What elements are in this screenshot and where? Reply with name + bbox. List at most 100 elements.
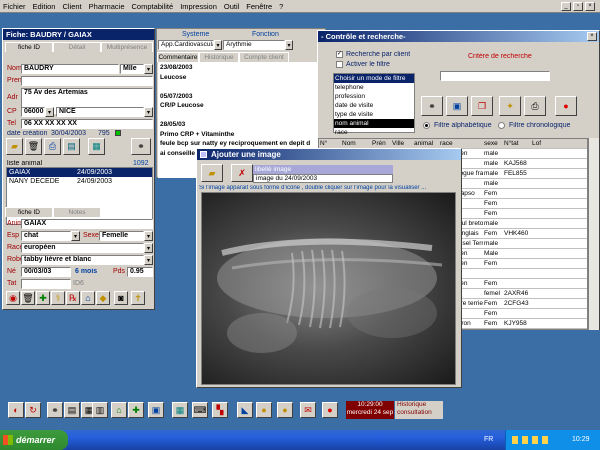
controle-close-icon[interactable]: × — [587, 32, 597, 41]
compta-icon[interactable]: ▦ — [172, 402, 188, 418]
alarm-icon[interactable]: ● — [322, 402, 338, 418]
libelle-image-field[interactable]: libellé image — [253, 165, 393, 174]
column-header[interactable]: Lof — [531, 139, 547, 148]
coin-remove-icon[interactable]: ● — [277, 402, 293, 418]
systeme-dropdown-icon[interactable]: ▾ — [214, 40, 222, 50]
close-icon[interactable]: × — [585, 2, 595, 11]
restore-icon[interactable]: ▫ — [573, 2, 583, 11]
add-client-icon[interactable]: ⌂ — [111, 402, 127, 418]
print-icon[interactable]: ⎙ — [44, 138, 61, 155]
column-header[interactable]: race — [439, 139, 483, 148]
menu-item[interactable]: Outil — [224, 0, 239, 13]
tab-commentaire[interactable]: Commentaire — [157, 52, 199, 62]
add-animal-icon[interactable]: ✚ — [128, 402, 144, 418]
start-button[interactable]: démarrer — [0, 430, 68, 450]
column-header[interactable]: Prén — [371, 139, 391, 148]
book-icon[interactable]: ▥ — [92, 402, 108, 418]
xray-image[interactable] — [201, 192, 456, 385]
document-icon[interactable]: ▣ — [446, 96, 468, 116]
table-scrollbar[interactable] — [588, 138, 599, 330]
delete-animal-icon[interactable]: 🗑 — [21, 291, 35, 305]
fonction-dropdown-icon[interactable]: ▾ — [285, 40, 293, 50]
ville-field[interactable]: NICE — [56, 107, 144, 117]
list-item[interactable]: NANY DÉCÉDÉ 24/09/2003 — [7, 177, 152, 186]
refresh-icon[interactable]: ↻ — [25, 402, 41, 418]
stats-icon[interactable]: ▚ — [212, 402, 228, 418]
radio-alphabetique[interactable] — [423, 122, 430, 129]
hospital-icon[interactable]: ⌂ — [81, 291, 95, 305]
race-dropdown-icon[interactable]: ▾ — [144, 243, 153, 253]
ville-dropdown-icon[interactable]: ▾ — [144, 107, 153, 117]
checkbox-activer-filtre[interactable] — [336, 61, 343, 68]
tab-detail[interactable]: Détail — [53, 42, 101, 52]
systeme-field[interactable]: App.Cardiovascula — [158, 40, 214, 50]
list-item-selected[interactable]: nom animal — [334, 119, 414, 128]
menu-item[interactable]: Impression — [180, 0, 217, 13]
printer-icon[interactable]: ⎙ — [524, 96, 546, 116]
column-header[interactable]: sexe — [483, 139, 503, 148]
column-header[interactable]: Ville — [391, 139, 413, 148]
cp-field[interactable]: 06000 — [21, 107, 45, 117]
list-item[interactable]: race — [334, 128, 414, 137]
checkbox-recherche-client[interactable]: ✓ — [336, 51, 343, 58]
tag-icon[interactable]: ◆ — [96, 291, 110, 305]
column-header[interactable]: N° — [319, 139, 341, 148]
critere-input[interactable] — [440, 71, 550, 81]
tab-historique[interactable]: Historique — [199, 52, 239, 62]
pharmacy-icon[interactable]: ⚕ — [51, 291, 65, 305]
historique-panel[interactable]: Historique consultation — [395, 401, 443, 419]
espece-dropdown-icon[interactable]: ▾ — [71, 231, 80, 241]
binoculars-icon[interactable]: ⚭ — [131, 138, 151, 155]
tatouage-field[interactable] — [21, 279, 71, 289]
poids-field[interactable]: 0.95 — [127, 267, 153, 277]
sexe-dropdown-icon[interactable]: ▾ — [144, 231, 153, 241]
menu-item[interactable]: ? — [279, 0, 283, 13]
minimize-icon[interactable]: _ — [561, 2, 571, 11]
robe-dropdown-icon[interactable]: ▾ — [144, 255, 153, 265]
column-header[interactable]: Nom — [341, 139, 371, 148]
tab-notes[interactable]: Notes — [53, 207, 101, 217]
civilite-dropdown-icon[interactable]: ▾ — [144, 64, 153, 74]
list-item[interactable]: date de visite — [334, 101, 414, 110]
stock-icon[interactable]: ▣ — [148, 402, 164, 418]
sexe-field[interactable]: Femelle — [99, 231, 144, 241]
prenom-field[interactable] — [21, 76, 153, 86]
menu-item[interactable]: Client — [62, 0, 81, 13]
binoculars-search-icon[interactable]: ⚭ — [421, 96, 443, 116]
trash-icon[interactable]: 🗑 — [25, 138, 42, 155]
list-item[interactable]: GAIAX 24/09/2003 — [7, 168, 152, 177]
tab-compte-client[interactable]: Compte client — [239, 52, 289, 62]
column-header[interactable]: N°tat — [503, 139, 531, 148]
tab-fiche-id[interactable]: fiche ID — [5, 42, 53, 52]
medication-icon[interactable]: ℞ — [66, 291, 80, 305]
keyboard-icon[interactable]: ⌨ — [192, 402, 208, 418]
folder-icon[interactable]: ▰ — [6, 138, 23, 155]
race-field[interactable]: européen — [21, 243, 144, 253]
menu-item[interactable]: Edition — [33, 0, 56, 13]
radio-chronologique[interactable] — [498, 122, 505, 129]
list-item[interactable]: telephone — [334, 83, 414, 92]
cross-icon[interactable]: ✝ — [131, 291, 145, 305]
list-item[interactable]: profession — [334, 92, 414, 101]
tab-multipresence[interactable]: Multiprésence — [101, 42, 153, 52]
exit-icon[interactable]: ◐ — [8, 402, 24, 418]
list-item[interactable]: type de visite — [334, 110, 414, 119]
camera-icon[interactable]: ◙ — [114, 291, 128, 305]
calculator-icon[interactable]: ▦ — [88, 138, 105, 155]
tab-animal-fiche-id[interactable]: fiche ID — [5, 207, 53, 217]
client-list-icon[interactable]: ▤ — [64, 402, 80, 418]
fonction-field[interactable]: Arythmie — [223, 40, 285, 50]
filter-mode-list[interactable]: Choisir un mode de filtre telephone prof… — [333, 73, 415, 136]
stop-icon[interactable]: ● — [555, 96, 577, 116]
menu-item[interactable]: Comptabilité — [132, 0, 174, 13]
pill-icon[interactable]: ◉ — [6, 291, 20, 305]
menu-item[interactable]: Fichier — [3, 0, 26, 13]
tools-icon[interactable]: ✗ — [231, 164, 253, 182]
tel-field[interactable]: 06 XX XX XX XX — [21, 119, 153, 129]
card-icon[interactable]: ▤ — [63, 138, 80, 155]
anim-field[interactable]: GAIAX — [21, 219, 153, 229]
image-date-field[interactable]: image du 24/09/2003 — [253, 174, 393, 183]
civilite-field[interactable]: Mlle — [120, 64, 144, 74]
espece-field[interactable]: chat — [21, 231, 71, 241]
search-client-icon[interactable]: ⚭ — [47, 402, 63, 418]
